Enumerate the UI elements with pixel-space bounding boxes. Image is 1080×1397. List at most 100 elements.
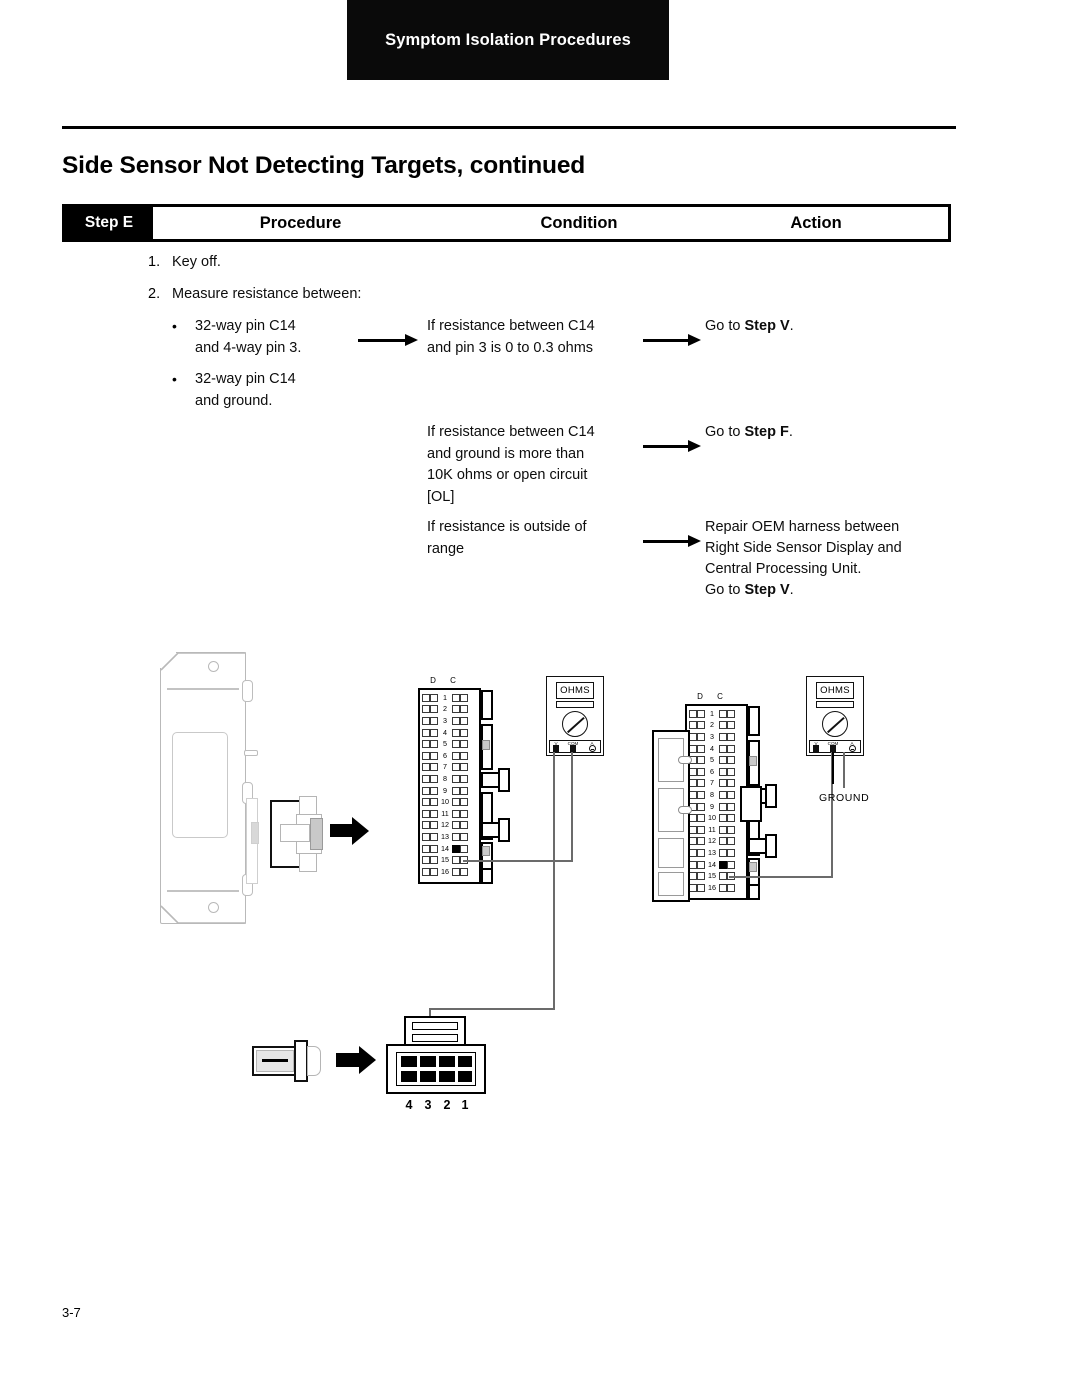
- connector-left-pin-number: 14: [441, 843, 449, 853]
- connector-left-pin-row: 14: [422, 843, 468, 855]
- flow-arrow-action-2: [643, 440, 701, 452]
- connector-right-pin-row: 9: [689, 801, 735, 813]
- connector-left-pin-col1: [422, 740, 430, 749]
- connector-left-pin-col4: [460, 844, 468, 853]
- action-row-2-step: Step F: [744, 424, 789, 440]
- connector-right-pin-col-d: [697, 709, 705, 718]
- connector-left-pin-col-c: [452, 821, 460, 830]
- module-label-window: [172, 732, 228, 838]
- connector-right-pin-row: 4: [689, 743, 735, 755]
- connector-left-pin-col-c: [452, 786, 460, 795]
- connector-right-pin-col-d: [697, 860, 705, 869]
- connector-right-pin-row: 8: [689, 789, 735, 801]
- connector-right-pin-col-d: [697, 790, 705, 799]
- connector-left-pin-col1: [422, 798, 430, 807]
- connector-right-harness-cav-3: [658, 838, 684, 868]
- connector-left-pin-col1: [422, 716, 430, 725]
- connector-left-pin-row: 12: [422, 820, 468, 832]
- connector-left-pin-col-d: [430, 751, 438, 760]
- connector-right-pin-col-c: [719, 802, 727, 811]
- procedure-item-2-number: 2.: [148, 286, 161, 302]
- connector-right-pin-number: 6: [710, 766, 714, 776]
- connector-right-pin-row: 12: [689, 836, 735, 848]
- connector-left-pin-col1: [422, 809, 430, 818]
- connector-left-pin-number: 12: [441, 820, 449, 830]
- table-header-row: Step E Procedure Condition Action: [62, 204, 951, 242]
- procedure-bullet-2-text: 32-way pin C14 and ground.: [195, 371, 296, 409]
- connector-right-pin-col-d: [697, 779, 705, 788]
- connector-right-pin-col4: [727, 779, 735, 788]
- c4-label-4: 4: [405, 1098, 413, 1112]
- table-header-procedure: Procedure: [259, 213, 342, 232]
- connector-left-pin-col-c: [452, 728, 460, 737]
- action-row-1: Go to Step V.: [705, 316, 794, 338]
- meter-left-ground-symbol: [589, 745, 596, 752]
- connector-left-pin-row: 7: [422, 762, 468, 774]
- connector-left-pin-col1: [422, 832, 430, 841]
- connector-right-pin-col-d: [697, 814, 705, 823]
- c4-pin-bottom-4: [401, 1071, 417, 1082]
- table-header-step: Step E: [65, 207, 153, 239]
- connector-right-pin-col-d: [697, 883, 705, 892]
- connector-left-pin-row: 5: [422, 738, 468, 750]
- connector-right-pin-col4: [727, 721, 735, 730]
- connector-right-pin-col-c: [719, 779, 727, 788]
- procedure-bullet-1-text: 32-way pin C14 and 4-way pin 3.: [195, 318, 302, 356]
- connector-right-pin-col4: [727, 767, 735, 776]
- connector-left-pin-col-d: [430, 856, 438, 865]
- connector-left-pin-row: 4: [422, 727, 468, 739]
- connector-left-foot: [481, 868, 493, 884]
- ohmmeter-right: OHMS V COM A: [806, 676, 868, 760]
- connector-right-foot: [748, 884, 760, 900]
- connector-left-pin-col4: [460, 821, 468, 830]
- action-row-3-line1: Repair OEM harness between: [705, 519, 900, 535]
- connector-right-pin-row: 5: [689, 754, 735, 766]
- action-row-1-step: Step V: [744, 318, 790, 334]
- c4-pin-bottom-1: [458, 1071, 472, 1082]
- action-row-1-suffix: .: [789, 318, 794, 334]
- connector-left-pin-col1: [422, 751, 430, 760]
- assembly-arrow-left: [330, 816, 370, 846]
- c4-label-1: 1: [461, 1098, 469, 1112]
- connector-left-pin-col-c: [452, 740, 460, 749]
- connector-left-pin-col-d: [430, 832, 438, 841]
- header-rule: [62, 126, 956, 129]
- connector-left-post-upper: [498, 768, 510, 792]
- connector-left-pin-number: 6: [443, 750, 447, 760]
- connector-left-pin-col-c: [452, 867, 460, 876]
- page-title: Side Sensor Not Detecting Targets, conti…: [62, 152, 586, 179]
- procedure-bullet-2-glyph: •: [172, 371, 177, 387]
- connector-32way-right: D C 1 2 3 4 5 6 7 8 9 10 11 12 13 14 15 16: [685, 692, 780, 912]
- connector-right-pin-col-d: [697, 767, 705, 776]
- connector-right-pin-row: 6: [689, 766, 735, 778]
- connector-right-pin-col1: [689, 767, 697, 776]
- connector-right-pin-number: 3: [710, 731, 714, 741]
- connector-right-pin-row: 1: [689, 708, 735, 720]
- connector-left-post-lower: [498, 818, 510, 842]
- connector-left-pin-col-d: [430, 693, 438, 702]
- condition-row-2: If resistance between C14 and ground is …: [427, 424, 595, 505]
- bottom-plug-slot: [262, 1059, 288, 1062]
- meter-left-display: OHMS: [556, 682, 594, 699]
- connector-right-pin-col-c: [719, 814, 727, 823]
- wire-right-c14-horizontal: [729, 876, 833, 878]
- action-row-3-goto: Go to Step V.: [705, 580, 794, 602]
- connector-right-clip-2: [678, 806, 692, 814]
- connector-right-pin-col-c: [719, 744, 727, 753]
- connector-left-pin-col-d: [430, 740, 438, 749]
- procedure-item-2-text: Measure resistance between:: [172, 286, 362, 302]
- connector-left-pin-col-d: [430, 763, 438, 772]
- wire-left-to-4way-horizontal: [430, 1008, 554, 1010]
- connector-right-pin-number: 5: [710, 755, 714, 765]
- connector-right-pin-col1: [689, 837, 697, 846]
- connector-right-pin-number: 7: [710, 778, 714, 788]
- sensor-module-drawing: [160, 652, 270, 924]
- connector-left-pin-row: 6: [422, 750, 468, 762]
- connector-right-pin-col4: [727, 837, 735, 846]
- connector-left-pin-col1: [422, 821, 430, 830]
- connector-left-pin-number: 10: [441, 797, 449, 807]
- connector-left-pin-number: 8: [443, 773, 447, 783]
- connector-right-pin-col4: [727, 756, 735, 765]
- wire-left-v-vertical: [553, 752, 555, 1010]
- meter-right-dial: [822, 711, 848, 737]
